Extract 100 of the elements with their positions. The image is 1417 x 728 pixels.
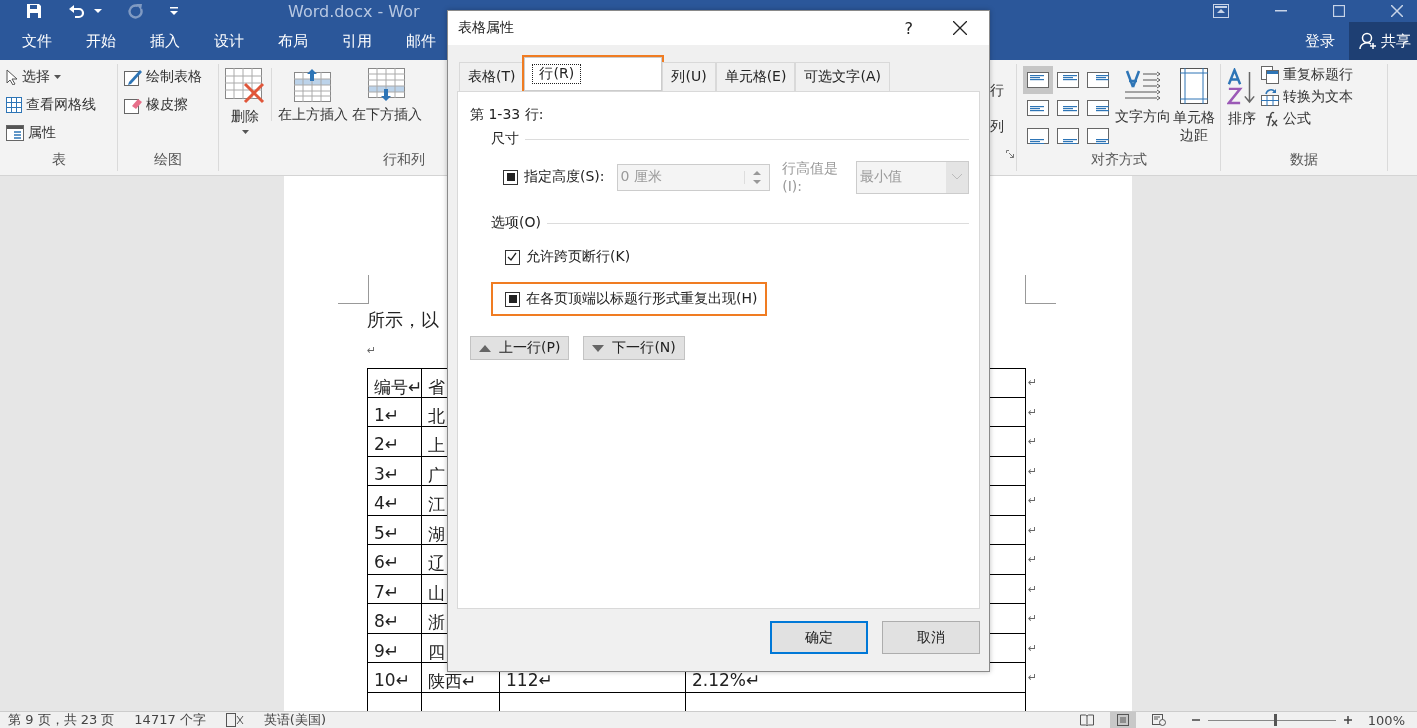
option-checkbox[interactable]: 允许跨页断行(K) [491, 242, 639, 272]
command-label: 选择 [22, 68, 50, 86]
table-cell: 2↵ [367, 427, 422, 457]
triangle-down-icon [592, 344, 605, 352]
undo-icon[interactable] [68, 3, 86, 19]
checkbox-label: 在各页顶端以标题行形式重复出现(H) [526, 290, 758, 308]
ribbon-display-icon[interactable] [1213, 4, 1229, 18]
command-label: 橡皮擦 [146, 96, 188, 114]
ribbon-tab[interactable]: 引用 [336, 31, 378, 51]
ribbon-tab[interactable]: 文件 [16, 31, 58, 51]
group-label: 行和列 [382, 151, 426, 169]
button-label: 下一行(N) [612, 339, 676, 357]
row-end-mark: ↵ [1028, 494, 1038, 508]
caret-icon[interactable] [241, 130, 249, 134]
zoom-in-icon[interactable] [1343, 716, 1352, 724]
dialog-tab[interactable]: 行(R) [524, 57, 663, 91]
formula-button[interactable]: 公式 [1261, 108, 1353, 130]
sort-az-icon [1227, 68, 1257, 106]
dialog-launcher-icon[interactable] [1006, 150, 1014, 158]
group-label: 数据 [1289, 151, 1319, 169]
delete-button[interactable]: 删除 [225, 64, 265, 151]
gridlines-button[interactable]: 查看网格线 [6, 94, 111, 116]
checkbox[interactable] [505, 291, 520, 307]
alignment-icon [1087, 100, 1109, 116]
close-icon[interactable] [953, 21, 967, 35]
table-cell: 4↵ [367, 486, 422, 516]
caret-icon[interactable] [94, 9, 102, 13]
properties-button[interactable]: 属性 [6, 122, 111, 144]
dialog-tab[interactable]: 表格(T) [459, 62, 525, 91]
ribbon-tab[interactable]: 开始 [80, 31, 122, 51]
cursor-icon [6, 69, 18, 85]
height-checkbox[interactable]: 指定高度(S): [503, 168, 605, 186]
alignment-icon [1057, 100, 1079, 116]
ribbon-tab[interactable]: 布局 [272, 31, 314, 51]
zoom-level[interactable]: 100% [1367, 712, 1417, 728]
margin-mark [1025, 275, 1056, 304]
cancel-button[interactable]: 取消 [882, 621, 980, 654]
select-menu-button[interactable]: 选择 [6, 66, 111, 88]
sign-in-link[interactable]: 登录 [1305, 31, 1335, 51]
sort-button[interactable]: 排序 [1227, 64, 1257, 151]
save-icon[interactable] [26, 3, 42, 19]
command-label: 查看网格线 [26, 96, 96, 114]
ok-button[interactable]: 确定 [770, 621, 868, 654]
zoom-out-icon[interactable] [1191, 716, 1200, 724]
triangle-up-icon [479, 344, 491, 352]
option-checkbox[interactable]: 在各页顶端以标题行形式重复出现(H) [491, 282, 768, 316]
draw-table-button[interactable]: 绘制表格 [124, 66, 212, 88]
dialog-tab[interactable]: 列(U) [662, 62, 716, 91]
maximize-icon[interactable] [1333, 5, 1345, 17]
field-value: 0 厘米 [620, 168, 662, 186]
command-label: 删除 [231, 108, 259, 126]
ribbon-command[interactable]: 列 [990, 118, 1004, 136]
alignment-icon [1027, 128, 1049, 144]
previous-row-button[interactable]: 上一行(P) [470, 336, 570, 360]
word-count[interactable]: 14717 个字 [134, 711, 206, 728]
dialog-tab[interactable]: 单元格(E) [715, 62, 796, 91]
table-cell: 5↵ [367, 515, 422, 545]
insert-below-button[interactable]: 在下方插入 [352, 64, 422, 151]
caret-icon[interactable] [54, 75, 61, 79]
margin-mark [338, 275, 369, 304]
dialog-tab[interactable]: 可选文字(A) [795, 62, 890, 91]
insert-row-above-icon [294, 68, 332, 102]
text-direction-button[interactable]: 文字方向 [1115, 64, 1171, 151]
row-end-mark: ↵ [1028, 435, 1038, 449]
customize-caret-icon[interactable] [170, 7, 178, 15]
ribbon-command[interactable]: 行 [990, 82, 1004, 100]
convert-to-text-button[interactable]: 转换为文本 [1261, 86, 1353, 108]
row-end-mark: ↵ [1028, 523, 1038, 537]
align-button[interactable] [1023, 66, 1053, 94]
table-cell: 6↵ [367, 545, 422, 575]
repeat-header-icon [1261, 66, 1279, 84]
eraser-button[interactable]: 橡皮擦 [124, 94, 212, 116]
insert-above-button[interactable]: 在上方插入 [278, 64, 348, 151]
repeat-header-button[interactable]: 重复标题行 [1261, 64, 1353, 86]
section-title: 尺寸 [491, 130, 519, 148]
next-row-button[interactable]: 下一行(N) [583, 336, 685, 360]
share-button[interactable]: 共享 [1349, 22, 1417, 60]
cell-margins-button[interactable]: 单元格边距 [1173, 64, 1215, 151]
row-height-label: 行高值是(I): [782, 160, 840, 194]
checkbox[interactable] [505, 249, 520, 265]
alignment-icon [1057, 72, 1079, 88]
view-mode-button[interactable] [1109, 712, 1136, 728]
proofing-icon[interactable] [225, 713, 244, 727]
ribbon-tab[interactable]: 插入 [144, 31, 186, 51]
row-end-mark: ↵ [1028, 582, 1038, 596]
ribbon-tab[interactable]: 设计 [208, 31, 250, 51]
delete-table-icon [225, 68, 265, 104]
language-status[interactable]: 英语(美国) [263, 711, 326, 728]
checkbox[interactable] [503, 169, 518, 185]
command-label: 在下方插入 [352, 106, 422, 124]
page-count[interactable]: 第 9 页，共 23 页 [8, 711, 115, 728]
help-button[interactable]: ? [904, 18, 913, 38]
paragraph-mark: ↵ [367, 344, 377, 359]
ribbon-tab[interactable]: 邮件 [400, 31, 442, 51]
alignment-icon [1087, 72, 1109, 88]
redo-icon[interactable] [128, 3, 144, 19]
table-cell: 7↵ [367, 574, 422, 604]
alignment-icon [1087, 128, 1109, 144]
row-end-mark: ↵ [1028, 641, 1038, 655]
insert-row-below-icon [368, 68, 406, 102]
